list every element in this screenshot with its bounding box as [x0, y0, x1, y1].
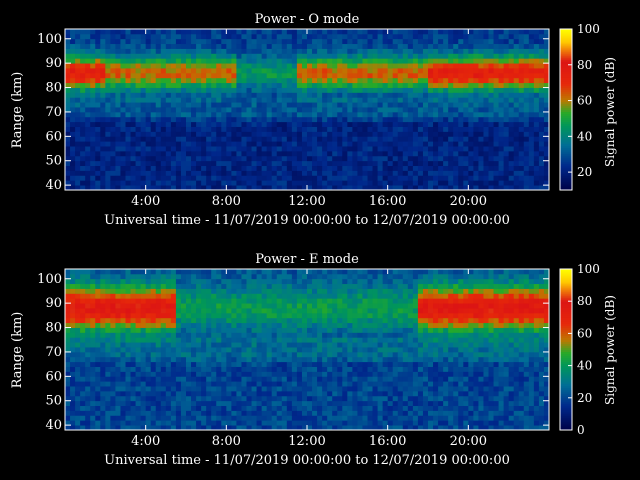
colorbar-tick-label: 80 — [577, 294, 592, 308]
x-tick-label: 20:00 — [450, 434, 487, 449]
e-mode-ylabel: Range (km) — [10, 312, 25, 389]
y-tick-label: 100 — [37, 272, 62, 287]
x-tick-label: 12:00 — [288, 434, 325, 449]
colorbar-tick-label: 60 — [577, 94, 592, 108]
o-mode-panel: Power - O mode 4:00 8:00 12:00 16:00 20:00 40… — [10, 12, 617, 228]
e-mode-heatmap — [65, 269, 550, 431]
o-mode-colorbar: 20 40 60 80 100 — [559, 22, 600, 191]
y-tick-label: 40 — [45, 178, 62, 193]
x-tick-label: 20:00 — [450, 194, 487, 209]
e-mode-xlabel: Universal time - 11/07/2019 00:00:00 to … — [104, 453, 510, 468]
o-mode-xlabel: Universal time - 11/07/2019 00:00:00 to … — [104, 213, 510, 228]
colorbar-tick-label: 100 — [577, 262, 600, 276]
x-tick-label: 8:00 — [212, 194, 241, 209]
x-tick-label: 16:00 — [369, 434, 406, 449]
y-tick-label: 60 — [45, 369, 62, 384]
o-mode-heatmap — [65, 29, 550, 191]
x-tick-label: 8:00 — [212, 434, 241, 449]
y-tick-label: 80 — [45, 321, 62, 336]
y-tick-label: 90 — [45, 296, 62, 311]
e-mode-title: Power - E mode — [255, 252, 359, 267]
y-tick-label: 90 — [45, 56, 62, 71]
colorbar-tick-label: 100 — [577, 22, 600, 36]
o-mode-ylabel: Range (km) — [10, 72, 25, 149]
y-tick-label: 40 — [45, 418, 62, 433]
colorbar-tick-label: 0 — [577, 423, 585, 437]
y-tick-label: 50 — [45, 394, 62, 409]
colorbar-tick-label: 40 — [577, 359, 592, 373]
colorbar-tick-label: 40 — [577, 129, 592, 143]
colorbar-tick-label: 20 — [577, 391, 592, 405]
x-tick-label: 4:00 — [131, 194, 160, 209]
x-tick-label: 4:00 — [131, 434, 160, 449]
radar-power-figure: Power - O mode 4:00 8:00 12:00 16:00 20:00 40… — [10, 12, 617, 468]
e-mode-colorbar: 0 20 40 60 80 100 — [559, 262, 600, 437]
o-mode-colorbar-label: Signal power (dB) — [603, 57, 617, 167]
colorbar-tick-label: 80 — [577, 58, 592, 72]
y-tick-label: 80 — [45, 81, 62, 96]
y-tick-label: 70 — [45, 105, 62, 120]
x-tick-label: 16:00 — [369, 194, 406, 209]
y-tick-label: 100 — [37, 32, 62, 47]
colorbar-tick-label: 20 — [577, 165, 592, 179]
y-tick-label: 50 — [45, 154, 62, 169]
y-tick-label: 60 — [45, 129, 62, 144]
colorbar-tick-label: 60 — [577, 326, 592, 340]
e-mode-panel: Power - E mode 4:00 8:00 12:00 16:00 20:00 40… — [10, 252, 617, 468]
x-tick-label: 12:00 — [288, 194, 325, 209]
e-mode-colorbar-label: Signal power (dB) — [603, 295, 617, 405]
o-mode-title: Power - O mode — [255, 12, 360, 27]
y-tick-label: 70 — [45, 345, 62, 360]
